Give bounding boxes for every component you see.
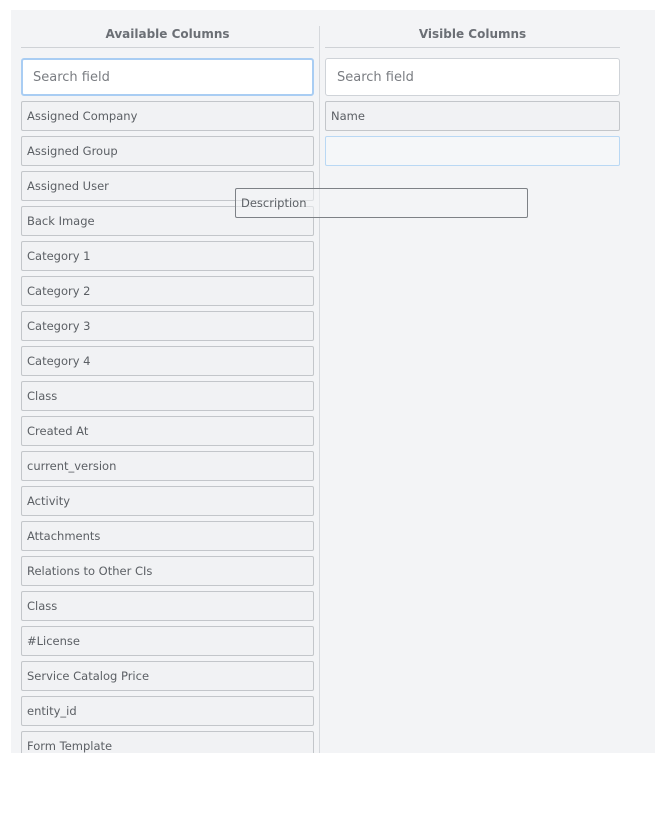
visible-list: Name: [325, 101, 620, 166]
available-item-entity-id[interactable]: entity_id: [21, 696, 314, 726]
visible-columns: Visible Columns Name: [325, 26, 620, 753]
column-chooser-panel: Available Columns Assigned Company Assig…: [11, 10, 655, 753]
available-item-created-at[interactable]: Created At: [21, 416, 314, 446]
visible-columns-title: Visible Columns: [325, 26, 620, 48]
available-item-category-4[interactable]: Category 4: [21, 346, 314, 376]
available-item-license[interactable]: #License: [21, 626, 314, 656]
available-item-assigned-group[interactable]: Assigned Group: [21, 136, 314, 166]
available-columns-title: Available Columns: [21, 26, 314, 48]
available-item-category-3[interactable]: Category 3: [21, 311, 314, 341]
drop-placeholder[interactable]: [325, 136, 620, 166]
visible-search-input[interactable]: [325, 58, 620, 96]
available-item-assigned-company[interactable]: Assigned Company: [21, 101, 314, 131]
dragged-item-description[interactable]: Description: [235, 188, 528, 218]
visible-item-name[interactable]: Name: [325, 101, 620, 131]
available-item-relations-to-other-cis[interactable]: Relations to Other CIs: [21, 556, 314, 586]
available-item-class[interactable]: Class: [21, 381, 314, 411]
available-item-category-1[interactable]: Category 1: [21, 241, 314, 271]
available-search-input[interactable]: [21, 58, 314, 96]
available-columns: Available Columns Assigned Company Assig…: [21, 26, 314, 753]
available-item-service-catalog-price[interactable]: Service Catalog Price: [21, 661, 314, 691]
available-item-class-2[interactable]: Class: [21, 591, 314, 621]
available-item-attachments[interactable]: Attachments: [21, 521, 314, 551]
column-divider: [319, 26, 320, 753]
available-item-current-version[interactable]: current_version: [21, 451, 314, 481]
available-item-activity[interactable]: Activity: [21, 486, 314, 516]
available-item-form-template[interactable]: Form Template: [21, 731, 314, 753]
available-item-category-2[interactable]: Category 2: [21, 276, 314, 306]
